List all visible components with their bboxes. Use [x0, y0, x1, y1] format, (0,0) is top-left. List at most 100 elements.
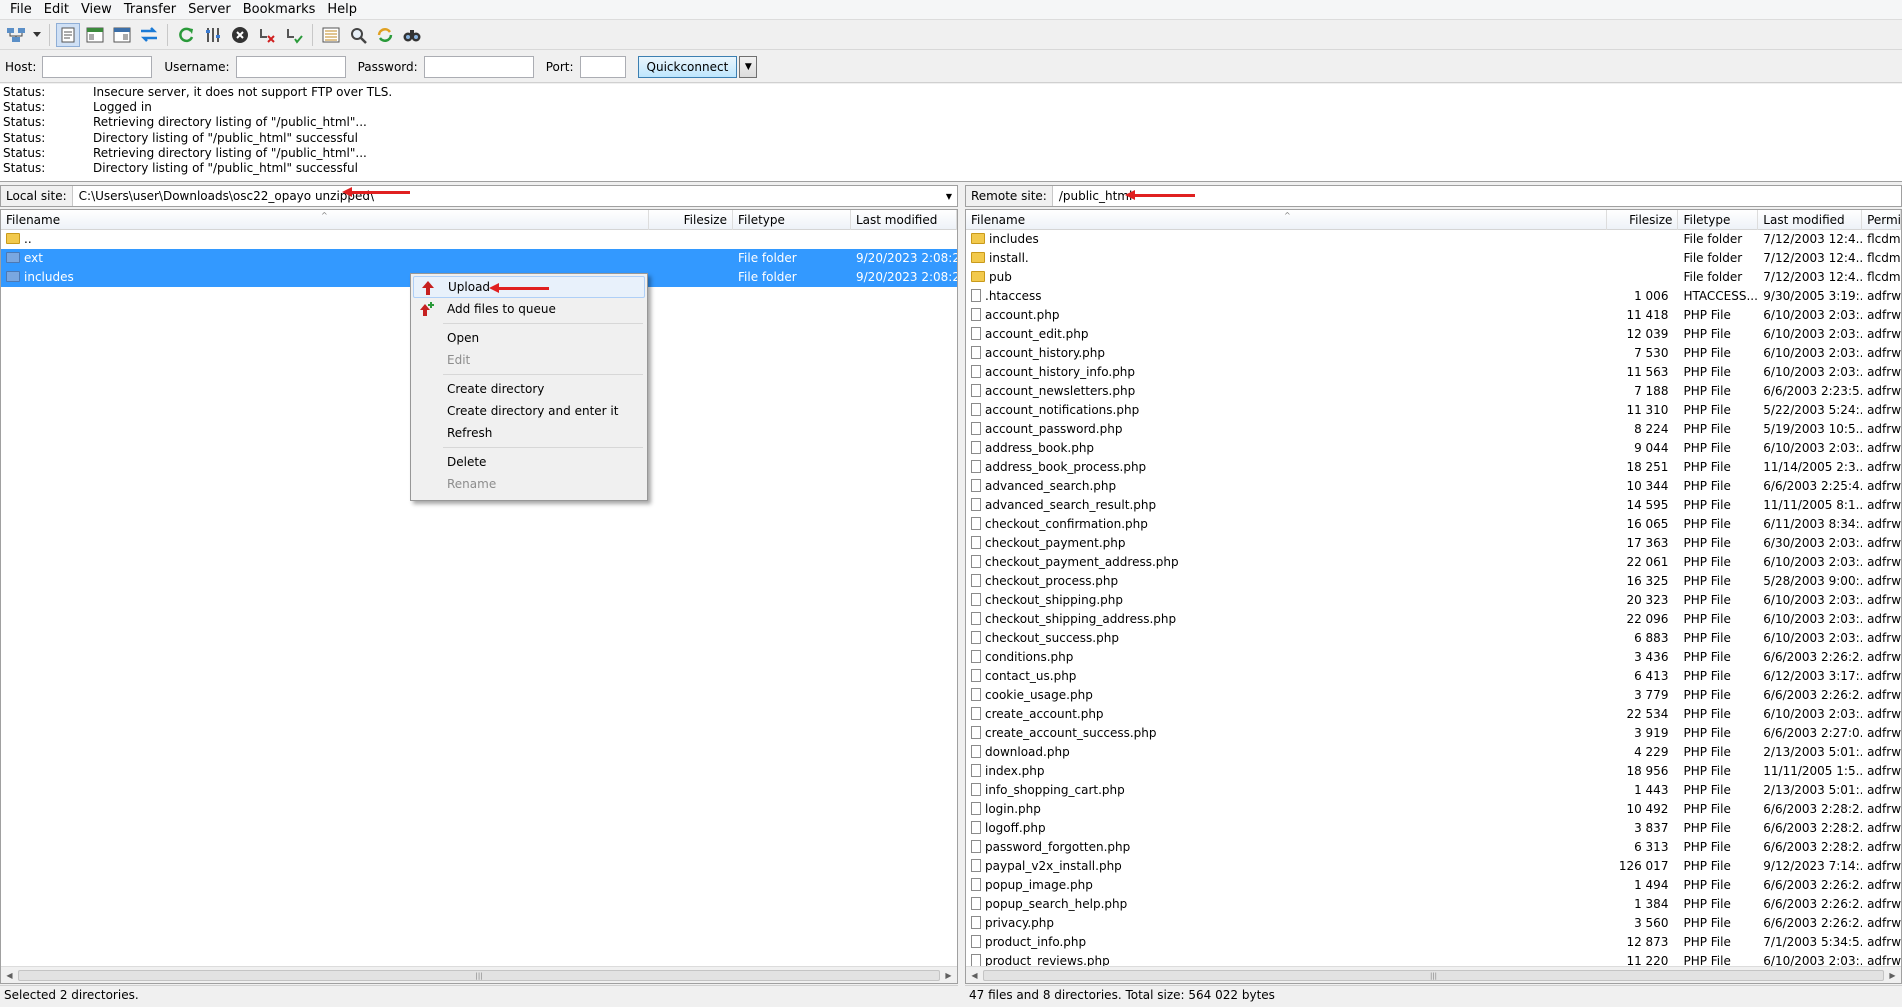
username-input[interactable] [235, 55, 346, 78]
table-row[interactable]: checkout_success.php 6 883 PHP File 6/10/20… [966, 629, 1901, 648]
local-site-dropdown-icon[interactable]: ▼ [941, 192, 957, 201]
table-row[interactable]: address_book.php 9 044 PHP File 6/10/2003 2… [966, 439, 1901, 458]
port-input[interactable] [579, 55, 626, 78]
disconnect-icon[interactable] [255, 23, 279, 47]
scroll-right-icon[interactable]: ▶ [1884, 971, 1901, 980]
table-row[interactable]: privacy.php 3 560 PHP File 6/6/2003 2:26:2.… [966, 914, 1901, 933]
menu-bookmarks[interactable]: Bookmarks [237, 0, 322, 20]
context-menu-create-directory[interactable]: Create directory [413, 378, 645, 400]
local-col-filename[interactable]: Filename ^ [1, 210, 649, 230]
sync-browse-icon[interactable] [373, 23, 397, 47]
dropdown-icon[interactable] [31, 23, 43, 47]
process-queue-icon[interactable] [201, 23, 225, 47]
table-row[interactable]: paypal_v2x_install.php 126 017 PHP File 9/1… [966, 857, 1901, 876]
host-input[interactable] [42, 55, 153, 78]
local-col-filetype[interactable]: Filetype [733, 210, 851, 230]
local-col-lastmodified[interactable]: Last modified [851, 210, 957, 230]
table-row[interactable]: account_edit.php 12 039 PHP File 6/10/2003 … [966, 325, 1901, 344]
remote-col-lastmodified[interactable]: Last modified [1758, 210, 1863, 230]
context-menu-delete[interactable]: Delete [413, 451, 645, 473]
table-row[interactable]: pub File folder 7/12/2003 12:4... flcdm [966, 268, 1901, 287]
context-menu-edit[interactable]: Edit [413, 349, 645, 371]
menu-file[interactable]: File [4, 0, 38, 20]
local-horizontal-scrollbar[interactable]: ◀ ||| ▶ [1, 966, 957, 983]
remote-col-filename[interactable]: Filename ^ [966, 210, 1607, 230]
context-menu-create-directory-and-enter-it[interactable]: Create directory and enter it [413, 400, 645, 422]
quickconnect-button[interactable]: Quickconnect [637, 55, 738, 78]
cell-filesize: 16 065 [1626, 517, 1669, 531]
table-row[interactable]: account_newsletters.php 7 188 PHP File 6/6/… [966, 382, 1901, 401]
table-row[interactable]: checkout_shipping_address.php 22 096 PHP F… [966, 610, 1901, 629]
toggle-remote-tree-icon[interactable] [110, 23, 134, 47]
toggle-queue-icon[interactable] [137, 23, 161, 47]
table-row[interactable]: ext File folder 9/20/2023 2:08:23 ... [1, 249, 957, 268]
message-log[interactable]: Status: Insecure server, it does not supp… [0, 84, 1902, 182]
table-row[interactable]: .htaccess 1 006 HTACCESS... 9/30/2005 3:19:… [966, 287, 1901, 306]
table-row[interactable]: account_notifications.php 11 310 PHP File 5… [966, 401, 1901, 420]
context-menu-open[interactable]: Open [413, 327, 645, 349]
remote-horizontal-scrollbar[interactable]: ◀ ||| ▶ [966, 966, 1901, 983]
cancel-icon[interactable] [228, 23, 252, 47]
table-row[interactable]: password_forgotten.php 6 313 PHP File 6/6/2… [966, 838, 1901, 857]
remote-col-filetype[interactable]: Filetype [1678, 210, 1759, 230]
table-row[interactable]: checkout_payment_address.php 22 061 PHP Fi… [966, 553, 1901, 572]
table-row[interactable]: create_account.php 22 534 PHP File 6/10/200… [966, 705, 1901, 724]
table-row[interactable]: address_book_process.php 18 251 PHP File 11… [966, 458, 1901, 477]
table-row[interactable]: account_password.php 8 224 PHP File 5/19/20… [966, 420, 1901, 439]
table-row[interactable]: .. [1, 230, 957, 249]
table-row[interactable]: popup_image.php 1 494 PHP File 6/6/2003 2:2… [966, 876, 1901, 895]
reconnect-icon[interactable] [282, 23, 306, 47]
table-row[interactable]: checkout_shipping.php 20 323 PHP File 6/10/… [966, 591, 1901, 610]
menu-help[interactable]: Help [321, 0, 363, 20]
scroll-right-icon[interactable]: ▶ [940, 971, 957, 980]
filter-icon[interactable] [346, 23, 370, 47]
scroll-left-icon[interactable]: ◀ [1, 971, 18, 980]
table-row[interactable]: index.php 18 956 PHP File 11/11/2005 1:5...… [966, 762, 1901, 781]
scrollbar-thumb[interactable]: ||| [18, 969, 940, 981]
table-row[interactable]: advanced_search.php 10 344 PHP File 6/6/200… [966, 477, 1901, 496]
table-row[interactable]: download.php 4 229 PHP File 2/13/2003 5:01:… [966, 743, 1901, 762]
local-site-path[interactable]: C:\Users\user\Downloads\osc22_opayo unzi… [73, 189, 941, 203]
menu-server[interactable]: Server [182, 0, 237, 20]
toggle-local-tree-icon[interactable] [83, 23, 107, 47]
quickconnect-dropdown-icon[interactable]: ▼ [739, 55, 758, 78]
table-row[interactable]: includes File folder 7/12/2003 12:4... flcd… [966, 230, 1901, 249]
cell-filetype: PHP File [1683, 802, 1731, 816]
table-row[interactable]: info_shopping_cart.php 1 443 PHP File 2/13/… [966, 781, 1901, 800]
table-row[interactable]: cookie_usage.php 3 779 PHP File 6/6/2003 2:… [966, 686, 1901, 705]
table-row[interactable]: conditions.php 3 436 PHP File 6/6/2003 2:26… [966, 648, 1901, 667]
remote-col-permissions[interactable]: Permi [1862, 210, 1901, 230]
table-row[interactable]: product_info.php 12 873 PHP File 7/1/2003 5… [966, 933, 1901, 952]
table-row[interactable]: account_history_info.php 11 563 PHP File 6/… [966, 363, 1901, 382]
table-row[interactable]: account.php 11 418 PHP File 6/10/2003 2:03:… [966, 306, 1901, 325]
remote-col-filesize[interactable]: Filesize [1607, 210, 1679, 230]
cell-lastmodified: 6/6/2003 2:28:2... [1763, 821, 1863, 835]
table-row[interactable]: checkout_process.php 16 325 PHP File 5/28/2… [966, 572, 1901, 591]
table-row[interactable]: create_account_success.php 3 919 PHP File 6… [966, 724, 1901, 743]
search-icon[interactable] [400, 23, 424, 47]
menu-edit[interactable]: Edit [38, 0, 75, 20]
refresh-icon[interactable] [174, 23, 198, 47]
menu-transfer[interactable]: Transfer [118, 0, 182, 20]
context-menu-rename[interactable]: Rename [413, 473, 645, 495]
directory-comparison-icon[interactable] [319, 23, 343, 47]
site-manager-icon[interactable] [4, 23, 28, 47]
table-row[interactable]: login.php 10 492 PHP File 6/6/2003 2:28:2..… [966, 800, 1901, 819]
scrollbar-thumb[interactable]: ||| [983, 969, 1884, 981]
menu-view[interactable]: View [75, 0, 118, 20]
table-row[interactable]: contact_us.php 6 413 PHP File 6/12/2003 3:1… [966, 667, 1901, 686]
table-row[interactable]: account_history.php 7 530 PHP File 6/10/200… [966, 344, 1901, 363]
local-col-filesize[interactable]: Filesize [649, 210, 733, 230]
password-input[interactable] [423, 55, 534, 78]
table-row[interactable]: checkout_payment.php 17 363 PHP File 6/30/2… [966, 534, 1901, 553]
scroll-left-icon[interactable]: ◀ [966, 971, 983, 980]
toggle-log-icon[interactable] [56, 22, 80, 47]
table-row[interactable]: checkout_confirmation.php 16 065 PHP File 6… [966, 515, 1901, 534]
table-row[interactable]: install. File folder 7/12/2003 12:4... flcd… [966, 249, 1901, 268]
context-menu-add-files-to-queue[interactable]: Add files to queue [413, 298, 645, 320]
remote-file-list[interactable]: Filename ^ Filesize Filetype Last modifie… [965, 209, 1902, 984]
context-menu-refresh[interactable]: Refresh [413, 422, 645, 444]
table-row[interactable]: popup_search_help.php 1 384 PHP File 6/6/20… [966, 895, 1901, 914]
table-row[interactable]: logoff.php 3 837 PHP File 6/6/2003 2:28:2..… [966, 819, 1901, 838]
table-row[interactable]: advanced_search_result.php 14 595 PHP File… [966, 496, 1901, 515]
